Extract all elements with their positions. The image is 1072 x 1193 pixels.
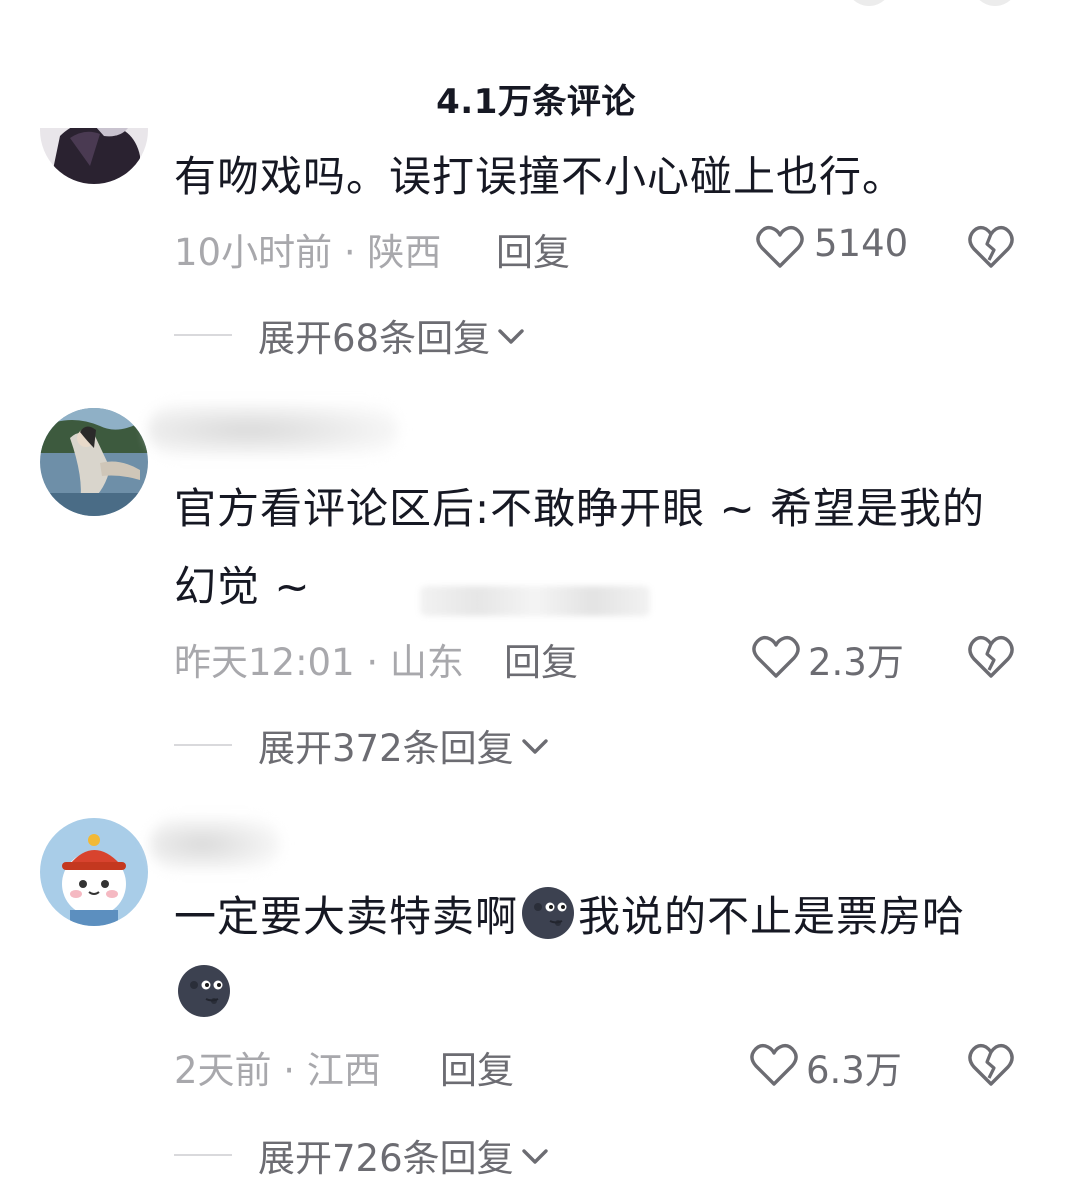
comment-time-location: 昨天12:01 · 山东	[174, 641, 464, 684]
comment-time-location: 2天前 · 江西	[174, 1049, 381, 1092]
heart-outline-icon[interactable]	[752, 634, 800, 680]
comment-time-location: 10小时前 · 陕西	[174, 231, 442, 274]
reply-button[interactable]: 回复	[504, 632, 578, 686]
comment-text-line: 官方看评论区后:不敢睁开眼 ~ 希望是我的	[174, 484, 986, 533]
comment-meta-row: 2天前 · 江西 回复 6.3万	[174, 1040, 1072, 1092]
expand-replies-label: 展开68条回复	[258, 317, 491, 360]
chevron-down-icon	[521, 1149, 548, 1164]
expand-replies-label: 展开726条回复	[258, 1137, 514, 1180]
heart-outline-icon[interactable]	[750, 1042, 798, 1088]
reply-button[interactable]: 回复	[496, 222, 570, 276]
username-blurred[interactable]	[150, 818, 280, 870]
top-button-right[interactable]	[972, 0, 1018, 6]
broken-heart-icon[interactable]	[968, 224, 1014, 270]
comment-meta-row: 10小时前 · 陕西 回复 5140	[174, 222, 1072, 274]
heart-outline-icon[interactable]	[756, 224, 804, 270]
avatar[interactable]	[40, 408, 148, 516]
dark-moon-face-emoji	[522, 887, 575, 939]
comment-count-title: 4.1万条评论	[436, 82, 636, 122]
username-blurred[interactable]	[148, 404, 398, 456]
chevron-down-icon	[521, 739, 548, 754]
avatar[interactable]	[40, 76, 148, 184]
avatar[interactable]	[40, 818, 148, 926]
dark-moon-face-emoji	[178, 965, 230, 1017]
like-count: 2.3万	[808, 641, 904, 684]
blurred-watermark	[420, 586, 650, 616]
like-count: 6.3万	[806, 1049, 902, 1092]
reply-button[interactable]: 回复	[440, 1040, 514, 1094]
comment-text: 有吻戏吗。误打误撞不小心碰上也行。	[174, 152, 906, 201]
comment-text-part: 我说的不止是票房哈	[578, 892, 966, 941]
comment-text-part: 一定要大卖特卖啊	[174, 892, 519, 941]
expand-replies-label: 展开372条回复	[258, 727, 514, 770]
top-partial-buttons	[0, 0, 1072, 10]
top-button-left[interactable]	[846, 0, 892, 6]
comment-text: 一定要大卖特卖啊 我说的不止是票房哈	[174, 878, 1014, 1034]
broken-heart-icon[interactable]	[968, 1042, 1014, 1088]
divider-line	[174, 334, 232, 336]
broken-heart-icon[interactable]	[968, 634, 1014, 680]
like-count: 5140	[814, 222, 909, 265]
comment-meta-row: 昨天12:01 · 山东 回复 2.3万	[174, 632, 1072, 684]
chevron-down-icon	[498, 329, 524, 344]
divider-line	[174, 744, 232, 746]
divider-line	[174, 1154, 232, 1156]
